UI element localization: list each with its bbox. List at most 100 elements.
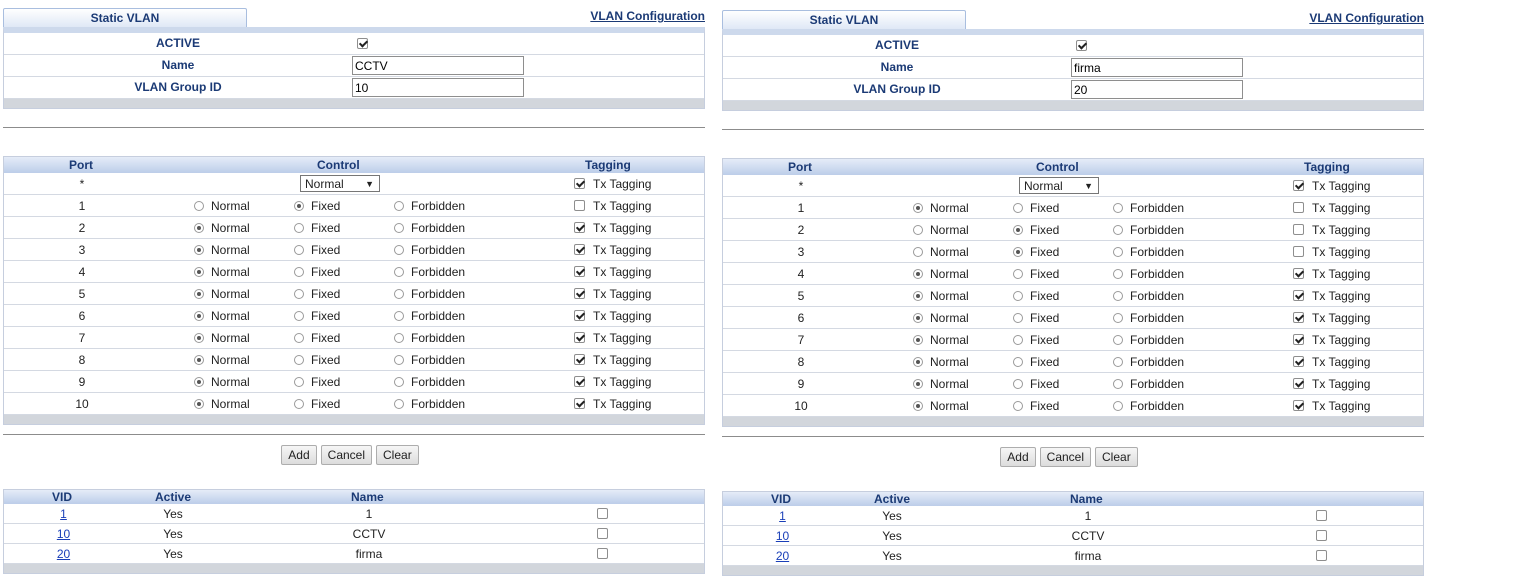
control-fixed-radio[interactable]: [294, 244, 304, 255]
tx-tagging-checkbox[interactable]: [1293, 290, 1304, 301]
tx-tagging-checkbox[interactable]: [1293, 224, 1304, 235]
vlan-select-checkbox[interactable]: [1316, 510, 1327, 521]
control-normal-radio[interactable]: [194, 288, 204, 299]
control-forbidden-radio[interactable]: [1113, 290, 1123, 301]
control-fixed-radio[interactable]: [294, 266, 304, 277]
tx-tagging-all-checkbox[interactable]: [574, 178, 585, 189]
control-normal-radio[interactable]: [913, 334, 923, 345]
control-normal-radio[interactable]: [194, 354, 204, 365]
control-fixed-radio[interactable]: [1013, 202, 1023, 213]
control-forbidden-radio[interactable]: [394, 310, 404, 321]
control-fixed-radio[interactable]: [1013, 378, 1023, 389]
tx-tagging-checkbox[interactable]: [574, 288, 585, 299]
control-fixed-radio[interactable]: [294, 222, 304, 233]
tx-tagging-checkbox[interactable]: [1293, 400, 1304, 411]
control-normal-radio[interactable]: [194, 200, 204, 211]
vlan-configuration-link[interactable]: VLAN Configuration: [590, 9, 705, 23]
vlan-group-id-input[interactable]: [352, 78, 524, 97]
control-forbidden-radio[interactable]: [394, 244, 404, 255]
control-normal-radio[interactable]: [913, 400, 923, 411]
control-normal-radio[interactable]: [194, 266, 204, 277]
active-checkbox[interactable]: [357, 38, 368, 49]
tx-tagging-checkbox[interactable]: [1293, 378, 1304, 389]
tx-tagging-checkbox[interactable]: [1293, 268, 1304, 279]
tx-tagging-checkbox[interactable]: [574, 310, 585, 321]
control-fixed-radio[interactable]: [294, 398, 304, 409]
clear-button[interactable]: Clear: [376, 445, 419, 465]
control-fixed-radio[interactable]: [1013, 224, 1023, 235]
vid-link[interactable]: 20: [776, 549, 789, 563]
name-input[interactable]: [352, 56, 524, 75]
vlan-select-checkbox[interactable]: [597, 508, 608, 519]
vlan-select-checkbox[interactable]: [1316, 530, 1327, 541]
control-forbidden-radio[interactable]: [1113, 268, 1123, 279]
control-fixed-radio[interactable]: [294, 354, 304, 365]
control-fixed-radio[interactable]: [1013, 400, 1023, 411]
add-button[interactable]: Add: [1000, 447, 1036, 467]
vlan-select-checkbox[interactable]: [1316, 550, 1327, 561]
vlan-select-checkbox[interactable]: [597, 548, 608, 559]
control-normal-radio[interactable]: [913, 246, 923, 257]
control-forbidden-radio[interactable]: [1113, 224, 1123, 235]
tx-tagging-checkbox[interactable]: [1293, 312, 1304, 323]
vid-link[interactable]: 20: [57, 547, 70, 561]
tx-tagging-checkbox[interactable]: [574, 200, 585, 211]
tx-tagging-checkbox[interactable]: [1293, 246, 1304, 257]
cancel-button[interactable]: Cancel: [1039, 447, 1092, 467]
control-forbidden-radio[interactable]: [394, 222, 404, 233]
tx-tagging-all-checkbox[interactable]: [1293, 180, 1304, 191]
control-forbidden-radio[interactable]: [1113, 356, 1123, 367]
tx-tagging-checkbox[interactable]: [1293, 356, 1304, 367]
vid-link[interactable]: 1: [60, 507, 67, 521]
control-fixed-radio[interactable]: [294, 332, 304, 343]
control-normal-radio[interactable]: [913, 268, 923, 279]
control-fixed-radio[interactable]: [1013, 268, 1023, 279]
tx-tagging-checkbox[interactable]: [574, 222, 585, 233]
vlan-select-checkbox[interactable]: [597, 528, 608, 539]
control-normal-radio[interactable]: [913, 312, 923, 323]
control-forbidden-radio[interactable]: [394, 266, 404, 277]
tx-tagging-checkbox[interactable]: [574, 376, 585, 387]
control-forbidden-radio[interactable]: [1113, 378, 1123, 389]
control-forbidden-radio[interactable]: [394, 354, 404, 365]
control-normal-radio[interactable]: [913, 378, 923, 389]
control-all-select[interactable]: Normal ▼: [1019, 177, 1099, 194]
control-fixed-radio[interactable]: [1013, 356, 1023, 367]
control-fixed-radio[interactable]: [1013, 290, 1023, 301]
vid-link[interactable]: 10: [776, 529, 789, 543]
control-forbidden-radio[interactable]: [1113, 334, 1123, 345]
control-normal-radio[interactable]: [194, 376, 204, 387]
control-normal-radio[interactable]: [194, 222, 204, 233]
vid-link[interactable]: 10: [57, 527, 70, 541]
control-fixed-radio[interactable]: [294, 376, 304, 387]
control-forbidden-radio[interactable]: [394, 376, 404, 387]
control-fixed-radio[interactable]: [294, 310, 304, 321]
control-forbidden-radio[interactable]: [1113, 202, 1123, 213]
control-normal-radio[interactable]: [194, 332, 204, 343]
control-normal-radio[interactable]: [913, 290, 923, 301]
control-forbidden-radio[interactable]: [394, 398, 404, 409]
tx-tagging-checkbox[interactable]: [574, 332, 585, 343]
control-forbidden-radio[interactable]: [394, 200, 404, 211]
tx-tagging-checkbox[interactable]: [574, 398, 585, 409]
control-forbidden-radio[interactable]: [394, 332, 404, 343]
control-fixed-radio[interactable]: [1013, 312, 1023, 323]
tab-static-vlan[interactable]: Static VLAN: [3, 8, 247, 27]
clear-button[interactable]: Clear: [1095, 447, 1138, 467]
tx-tagging-checkbox[interactable]: [574, 244, 585, 255]
control-forbidden-radio[interactable]: [394, 288, 404, 299]
control-forbidden-radio[interactable]: [1113, 246, 1123, 257]
name-input[interactable]: [1071, 58, 1243, 77]
add-button[interactable]: Add: [281, 445, 317, 465]
tab-static-vlan[interactable]: Static VLAN: [722, 10, 966, 29]
tx-tagging-checkbox[interactable]: [1293, 202, 1304, 213]
tx-tagging-checkbox[interactable]: [574, 354, 585, 365]
control-all-select[interactable]: Normal ▼: [300, 175, 380, 192]
control-normal-radio[interactable]: [194, 310, 204, 321]
vlan-group-id-input[interactable]: [1071, 80, 1243, 99]
control-normal-radio[interactable]: [913, 224, 923, 235]
control-normal-radio[interactable]: [194, 244, 204, 255]
vid-link[interactable]: 1: [779, 509, 786, 523]
control-normal-radio[interactable]: [913, 202, 923, 213]
tx-tagging-checkbox[interactable]: [574, 266, 585, 277]
